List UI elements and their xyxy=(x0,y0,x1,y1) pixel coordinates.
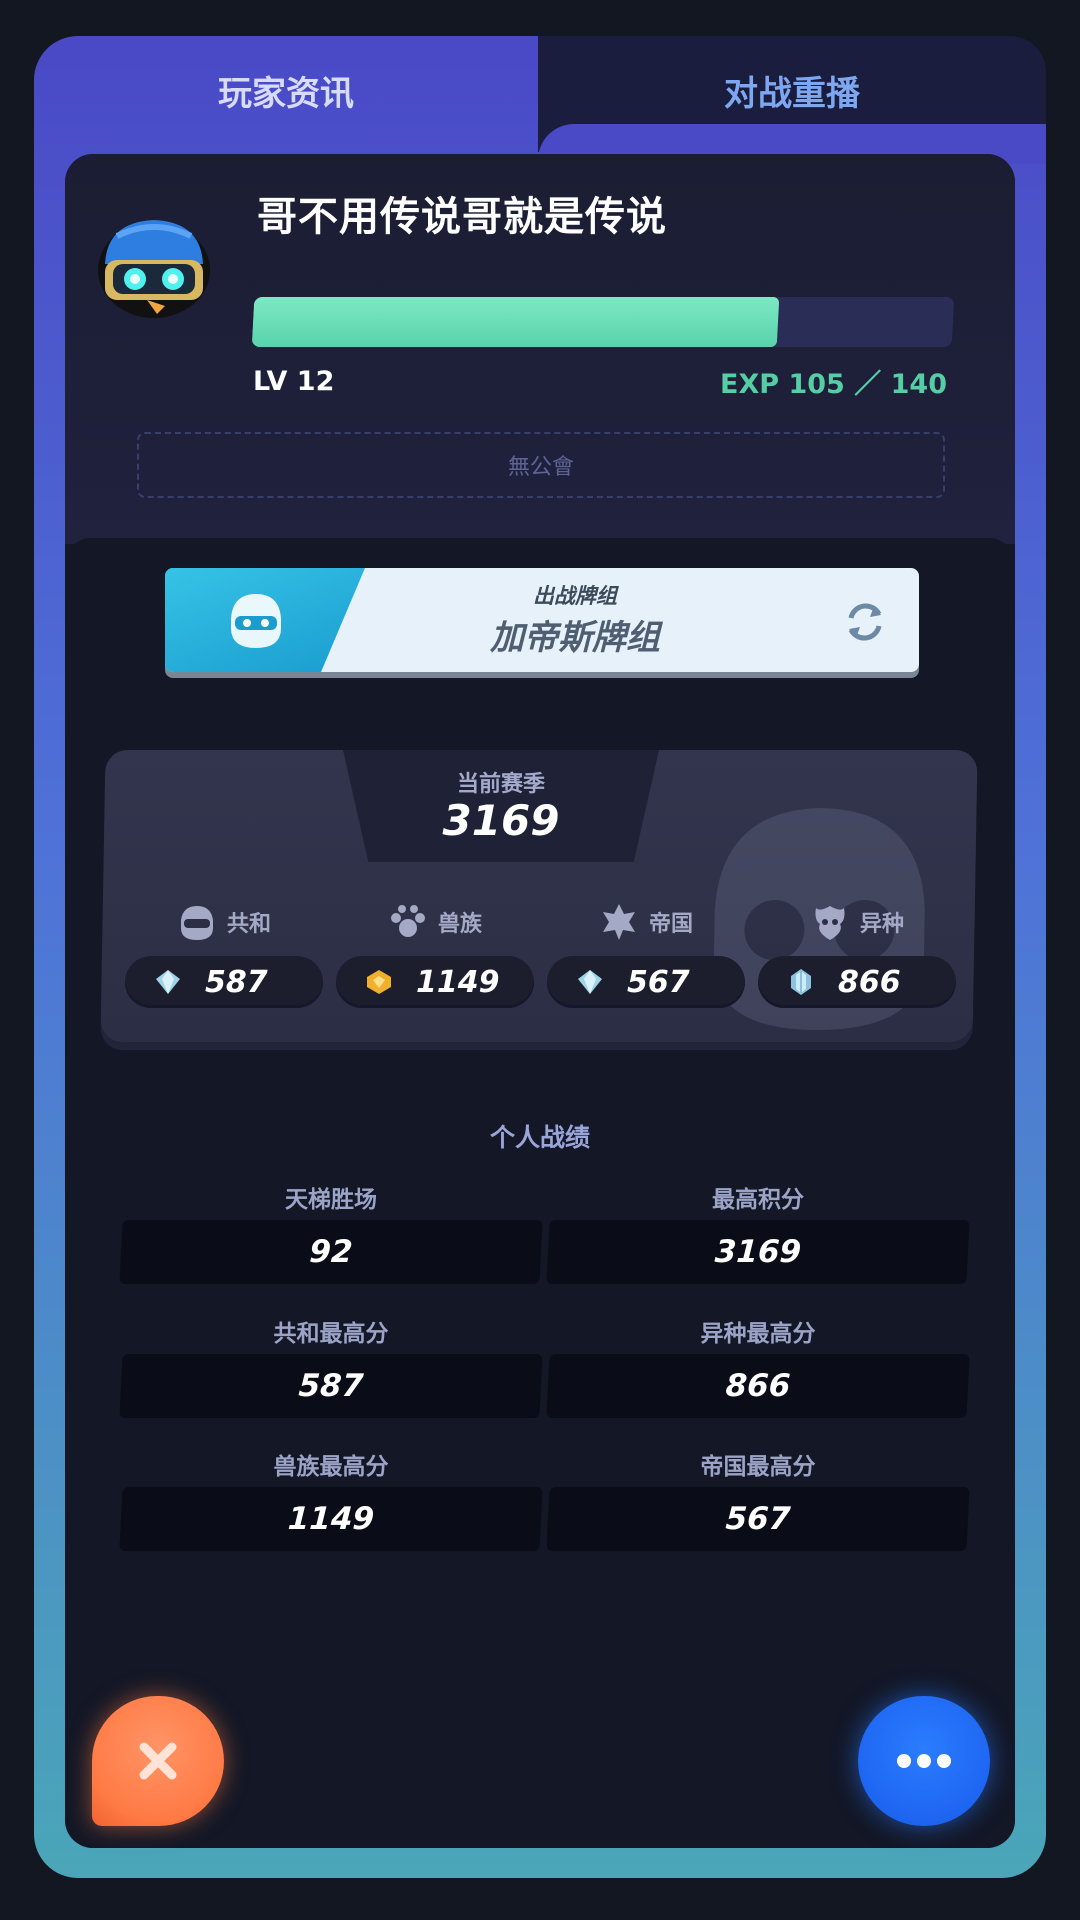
republic-icon xyxy=(231,594,281,648)
avatar xyxy=(98,220,210,318)
faction-name: 共和 xyxy=(226,912,271,937)
empire-icon xyxy=(602,904,635,940)
stat-value: 3169 xyxy=(546,1220,970,1284)
gold-gem-icon xyxy=(367,970,391,994)
stat-highest-score: 最高积分 3169 xyxy=(546,1180,970,1290)
stat-label: 共和最高分 xyxy=(273,1321,389,1347)
more-options-button[interactable] xyxy=(858,1696,990,1826)
stat-beast-best: 兽族最高分 1149 xyxy=(119,1447,543,1557)
stat-republic-best: 共和最高分 587 xyxy=(119,1314,543,1424)
deck-label: 出战牌组 xyxy=(533,584,617,608)
faction-score-pill: 866 xyxy=(758,956,956,1008)
faction-score: 587 xyxy=(205,964,268,1000)
faction-score: 567 xyxy=(627,964,690,1000)
stat-value: 866 xyxy=(546,1354,970,1418)
active-deck-banner[interactable]: 出战牌组 加帝斯牌组 xyxy=(165,568,919,672)
stat-empire-best: 帝国最高分 567 xyxy=(546,1447,970,1557)
faction-score: 1149 xyxy=(416,964,500,1000)
player-info-panel: 哥不用传说哥就是传说 LV 12 EXP 105 ／ 140 無公會 出战牌组 … xyxy=(65,154,1015,1848)
stat-value: 587 xyxy=(119,1354,543,1418)
diamond-gem-icon xyxy=(578,970,602,994)
exp-progress-fill xyxy=(251,297,780,347)
stat-value: 1149 xyxy=(119,1487,543,1551)
season-score: 3169 xyxy=(442,796,560,845)
faction-empire: 帝国 567 xyxy=(547,900,745,1010)
faction-republic: 共和 587 xyxy=(125,900,323,1010)
faction-name: 帝国 xyxy=(648,912,693,937)
beast-icon xyxy=(390,905,425,937)
faction-score-pill: 587 xyxy=(125,956,323,1008)
stat-mutant-best: 异种最高分 866 xyxy=(546,1314,970,1424)
exp-label: EXP 105 ／ 140 xyxy=(720,369,947,400)
stat-label: 帝国最高分 xyxy=(700,1454,816,1480)
tab-player-info[interactable]: 玩家资讯 xyxy=(34,36,538,148)
personal-stats-title: 个人战绩 xyxy=(489,1123,590,1152)
crystal-gem-icon xyxy=(791,969,811,995)
faction-name: 异种 xyxy=(859,912,904,937)
close-button[interactable] xyxy=(92,1696,224,1826)
faction-score-pill: 1149 xyxy=(336,956,534,1008)
mutant-icon xyxy=(815,906,845,940)
faction-name: 兽族 xyxy=(437,912,482,937)
stat-ladder-wins: 天梯胜场 92 xyxy=(119,1180,543,1290)
stat-value: 92 xyxy=(119,1220,543,1284)
stat-value: 567 xyxy=(546,1487,970,1551)
season-label: 当前赛季 xyxy=(456,772,545,797)
stat-label: 天梯胜场 xyxy=(285,1187,377,1213)
diamond-gem-icon xyxy=(156,970,180,994)
faction-beast: 兽族 1149 xyxy=(336,900,534,1010)
profile-section: 哥不用传说哥就是传说 LV 12 EXP 105 ／ 140 無公會 xyxy=(65,154,1015,544)
faction-mutant: 异种 866 xyxy=(758,900,956,1010)
close-icon xyxy=(139,1742,177,1780)
guild-slot[interactable]: 無公會 xyxy=(137,432,945,498)
deck-name: 加帝斯牌组 xyxy=(490,618,660,658)
stat-label: 兽族最高分 xyxy=(273,1454,389,1480)
faction-score: 866 xyxy=(838,964,901,1000)
refresh-icon[interactable] xyxy=(841,598,889,646)
exp-progress-bar xyxy=(251,297,955,347)
player-name: 哥不用传说哥就是传说 xyxy=(257,194,667,240)
republic-icon xyxy=(180,906,213,940)
more-dots-icon xyxy=(897,1754,951,1768)
stat-label: 异种最高分 xyxy=(700,1321,816,1347)
faction-score-pill: 567 xyxy=(547,956,745,1008)
stat-label: 最高积分 xyxy=(712,1187,804,1213)
level-label: LV 12 xyxy=(253,366,335,397)
